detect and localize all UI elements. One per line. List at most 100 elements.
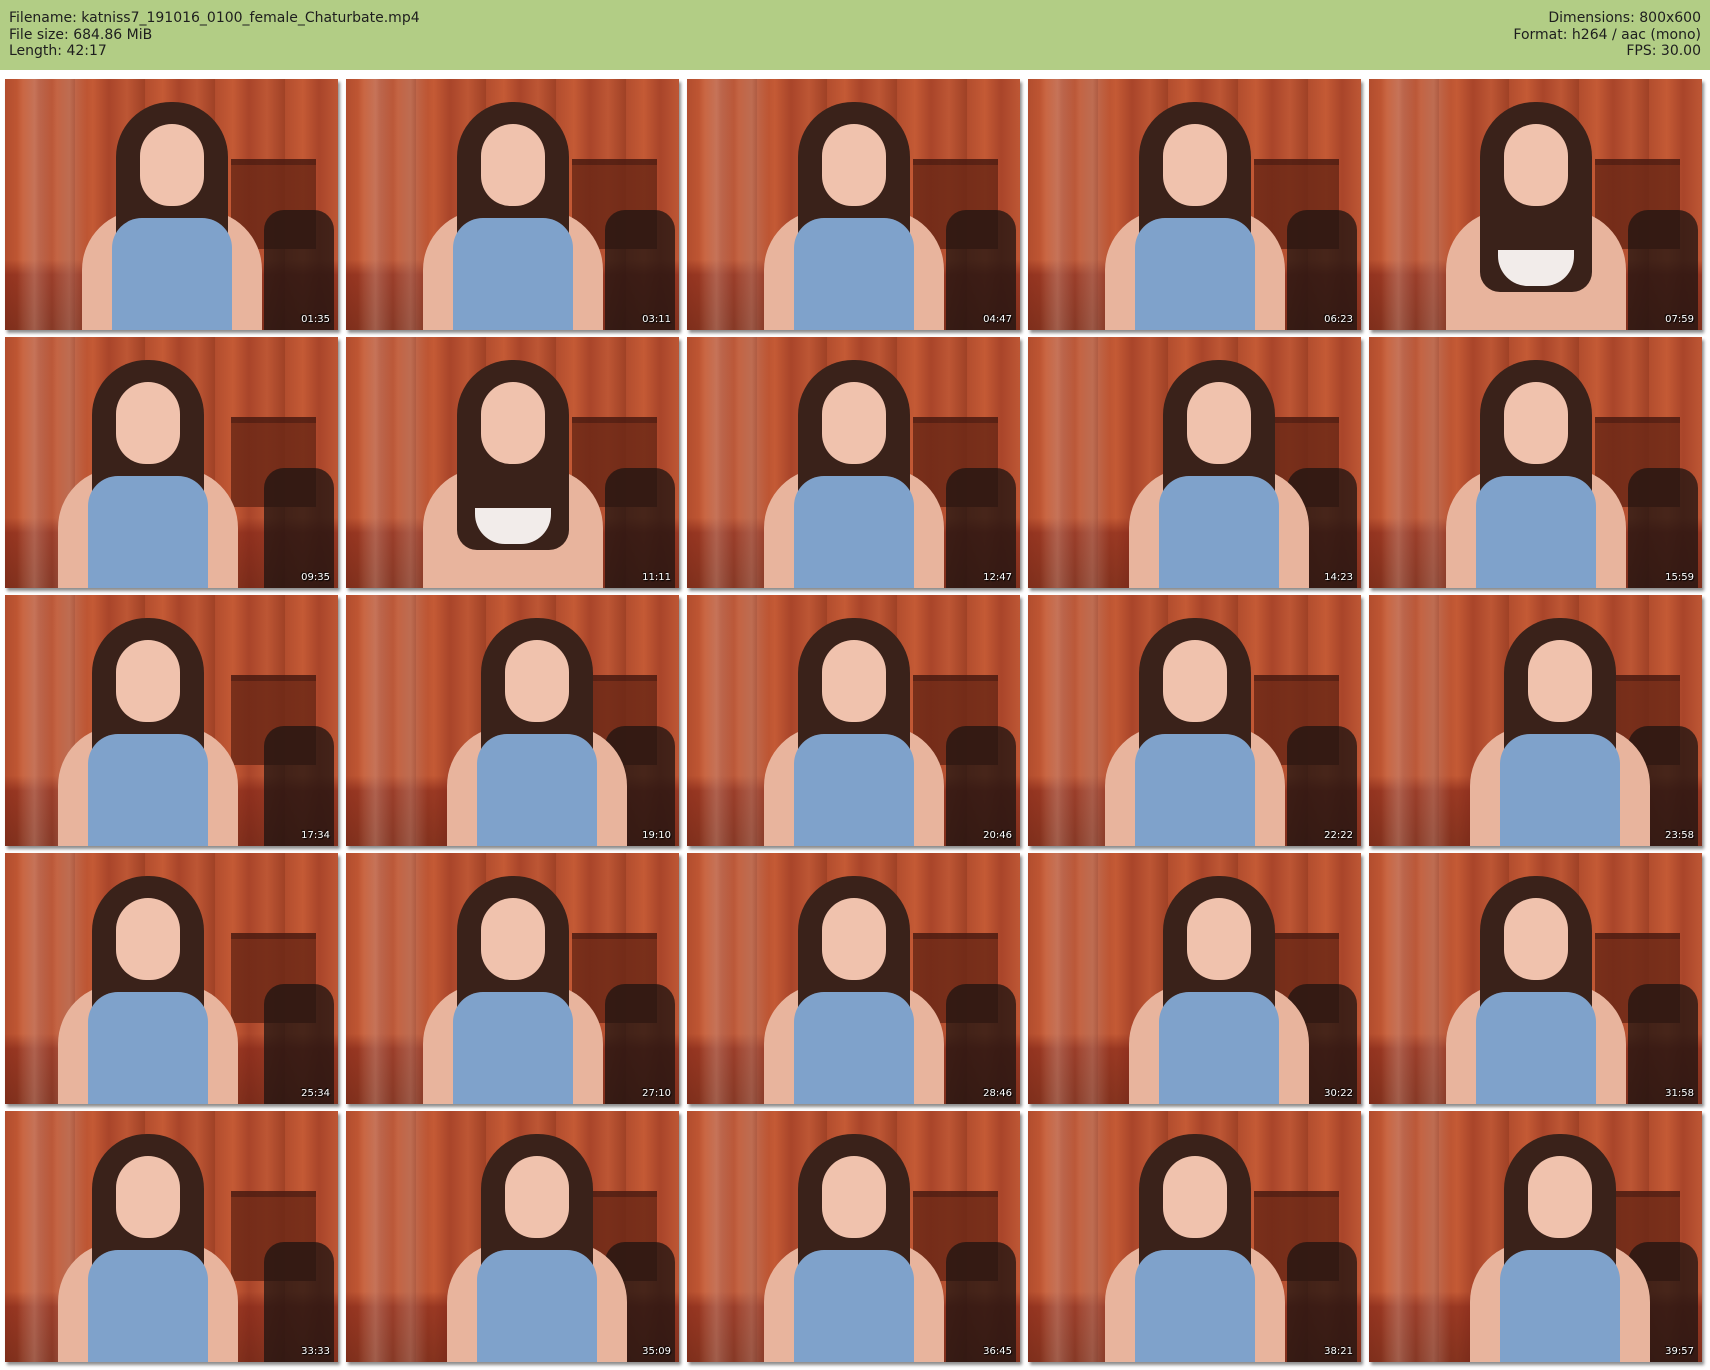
person-face bbox=[821, 124, 886, 206]
person-shirt bbox=[1499, 734, 1620, 846]
timestamp-label: 12:47 bbox=[983, 572, 1012, 583]
person-shirt bbox=[793, 476, 914, 588]
person bbox=[72, 90, 272, 330]
video-thumbnail: 35:09 bbox=[346, 1111, 679, 1362]
person-shirt bbox=[793, 1250, 914, 1362]
person-shirt bbox=[1158, 992, 1279, 1104]
curtain bbox=[358, 1111, 428, 1362]
person-face bbox=[480, 124, 545, 206]
person bbox=[1460, 606, 1660, 846]
chair bbox=[946, 468, 1016, 588]
filename-text: Filename: katniss7_191016_0100_female_Ch… bbox=[9, 10, 420, 26]
person bbox=[754, 1122, 954, 1362]
timestamp-label: 04:47 bbox=[983, 314, 1012, 325]
person-shirt bbox=[1475, 476, 1596, 588]
person-shirt bbox=[476, 1250, 597, 1362]
timestamp-label: 33:33 bbox=[301, 1346, 330, 1357]
person bbox=[1436, 864, 1636, 1104]
person bbox=[1095, 90, 1295, 330]
video-thumbnail: 07:59 bbox=[1369, 79, 1702, 330]
person-shirt bbox=[87, 1250, 208, 1362]
person-shirt bbox=[1134, 218, 1255, 330]
timestamp-label: 23:58 bbox=[1665, 830, 1694, 841]
person-face bbox=[115, 640, 180, 722]
person bbox=[1460, 1122, 1660, 1362]
person-face bbox=[115, 382, 180, 464]
chair bbox=[264, 1242, 334, 1362]
info-header: Filename: katniss7_191016_0100_female_Ch… bbox=[0, 0, 1710, 70]
video-thumbnail: 39:57 bbox=[1369, 1111, 1702, 1362]
curtain bbox=[1381, 1111, 1451, 1362]
timestamp-label: 20:46 bbox=[983, 830, 1012, 841]
person-face bbox=[1503, 898, 1568, 980]
chair bbox=[605, 210, 675, 330]
person-shirt bbox=[793, 218, 914, 330]
timestamp-label: 19:10 bbox=[642, 830, 671, 841]
chair bbox=[1628, 984, 1698, 1104]
chair bbox=[1628, 210, 1698, 330]
chair bbox=[264, 984, 334, 1104]
file-info: Filename: katniss7_191016_0100_female_Ch… bbox=[9, 10, 420, 60]
timestamp-label: 38:21 bbox=[1324, 1346, 1353, 1357]
video-thumbnail: 01:35 bbox=[5, 79, 338, 330]
timestamp-label: 07:59 bbox=[1665, 314, 1694, 325]
timestamp-label: 27:10 bbox=[642, 1088, 671, 1099]
person bbox=[413, 90, 613, 330]
chair bbox=[1287, 1242, 1357, 1362]
video-thumbnail: 19:10 bbox=[346, 595, 679, 846]
video-thumbnail: 27:10 bbox=[346, 853, 679, 1104]
person bbox=[48, 1122, 248, 1362]
person bbox=[1119, 864, 1319, 1104]
curtain bbox=[1381, 595, 1451, 846]
person-face bbox=[821, 382, 886, 464]
video-thumbnail: 30:22 bbox=[1028, 853, 1361, 1104]
chair bbox=[946, 210, 1016, 330]
thumbnail-grid: 01:35 03:11 04:47 06:23 07:59 09:35 11:11 12:47… bbox=[5, 79, 1702, 1362]
video-thumbnail: 15:59 bbox=[1369, 337, 1702, 588]
timestamp-label: 36:45 bbox=[983, 1346, 1012, 1357]
format-text: Format: h264 / aac (mono) bbox=[1513, 26, 1701, 43]
timestamp-label: 11:11 bbox=[642, 572, 671, 583]
person-face bbox=[1162, 1156, 1227, 1238]
chair bbox=[264, 210, 334, 330]
person bbox=[1436, 90, 1636, 330]
curtain bbox=[358, 595, 428, 846]
person-face bbox=[821, 640, 886, 722]
person bbox=[1095, 606, 1295, 846]
chair bbox=[1287, 210, 1357, 330]
timestamp-label: 01:35 bbox=[301, 314, 330, 325]
video-thumbnail: 12:47 bbox=[687, 337, 1020, 588]
person-face bbox=[480, 382, 545, 464]
timestamp-label: 17:34 bbox=[301, 830, 330, 841]
person-shirt bbox=[111, 218, 232, 330]
timestamp-label: 14:23 bbox=[1324, 572, 1353, 583]
person bbox=[1436, 348, 1636, 588]
person-face bbox=[1527, 640, 1592, 722]
chair bbox=[946, 1242, 1016, 1362]
person bbox=[437, 1122, 637, 1362]
video-info: Dimensions: 800x600 Format: h264 / aac (… bbox=[1513, 10, 1701, 60]
chair bbox=[264, 726, 334, 846]
timestamp-label: 25:34 bbox=[301, 1088, 330, 1099]
curtain bbox=[1040, 337, 1110, 588]
timestamp-label: 15:59 bbox=[1665, 572, 1694, 583]
video-thumbnail: 09:35 bbox=[5, 337, 338, 588]
person bbox=[48, 348, 248, 588]
person-shirt bbox=[1475, 992, 1596, 1104]
person-face bbox=[504, 640, 569, 722]
video-thumbnail: 33:33 bbox=[5, 1111, 338, 1362]
person-face bbox=[139, 124, 204, 206]
video-thumbnail: 06:23 bbox=[1028, 79, 1361, 330]
person bbox=[48, 606, 248, 846]
fps-text: FPS: 30.00 bbox=[1626, 43, 1701, 59]
person bbox=[1119, 348, 1319, 588]
video-thumbnail: 20:46 bbox=[687, 595, 1020, 846]
person-face bbox=[821, 1156, 886, 1238]
chair bbox=[946, 984, 1016, 1104]
video-thumbnail: 22:22 bbox=[1028, 595, 1361, 846]
chair bbox=[605, 468, 675, 588]
person-face bbox=[821, 898, 886, 980]
timestamp-label: 22:22 bbox=[1324, 830, 1353, 841]
person bbox=[413, 348, 613, 588]
chair bbox=[1628, 468, 1698, 588]
